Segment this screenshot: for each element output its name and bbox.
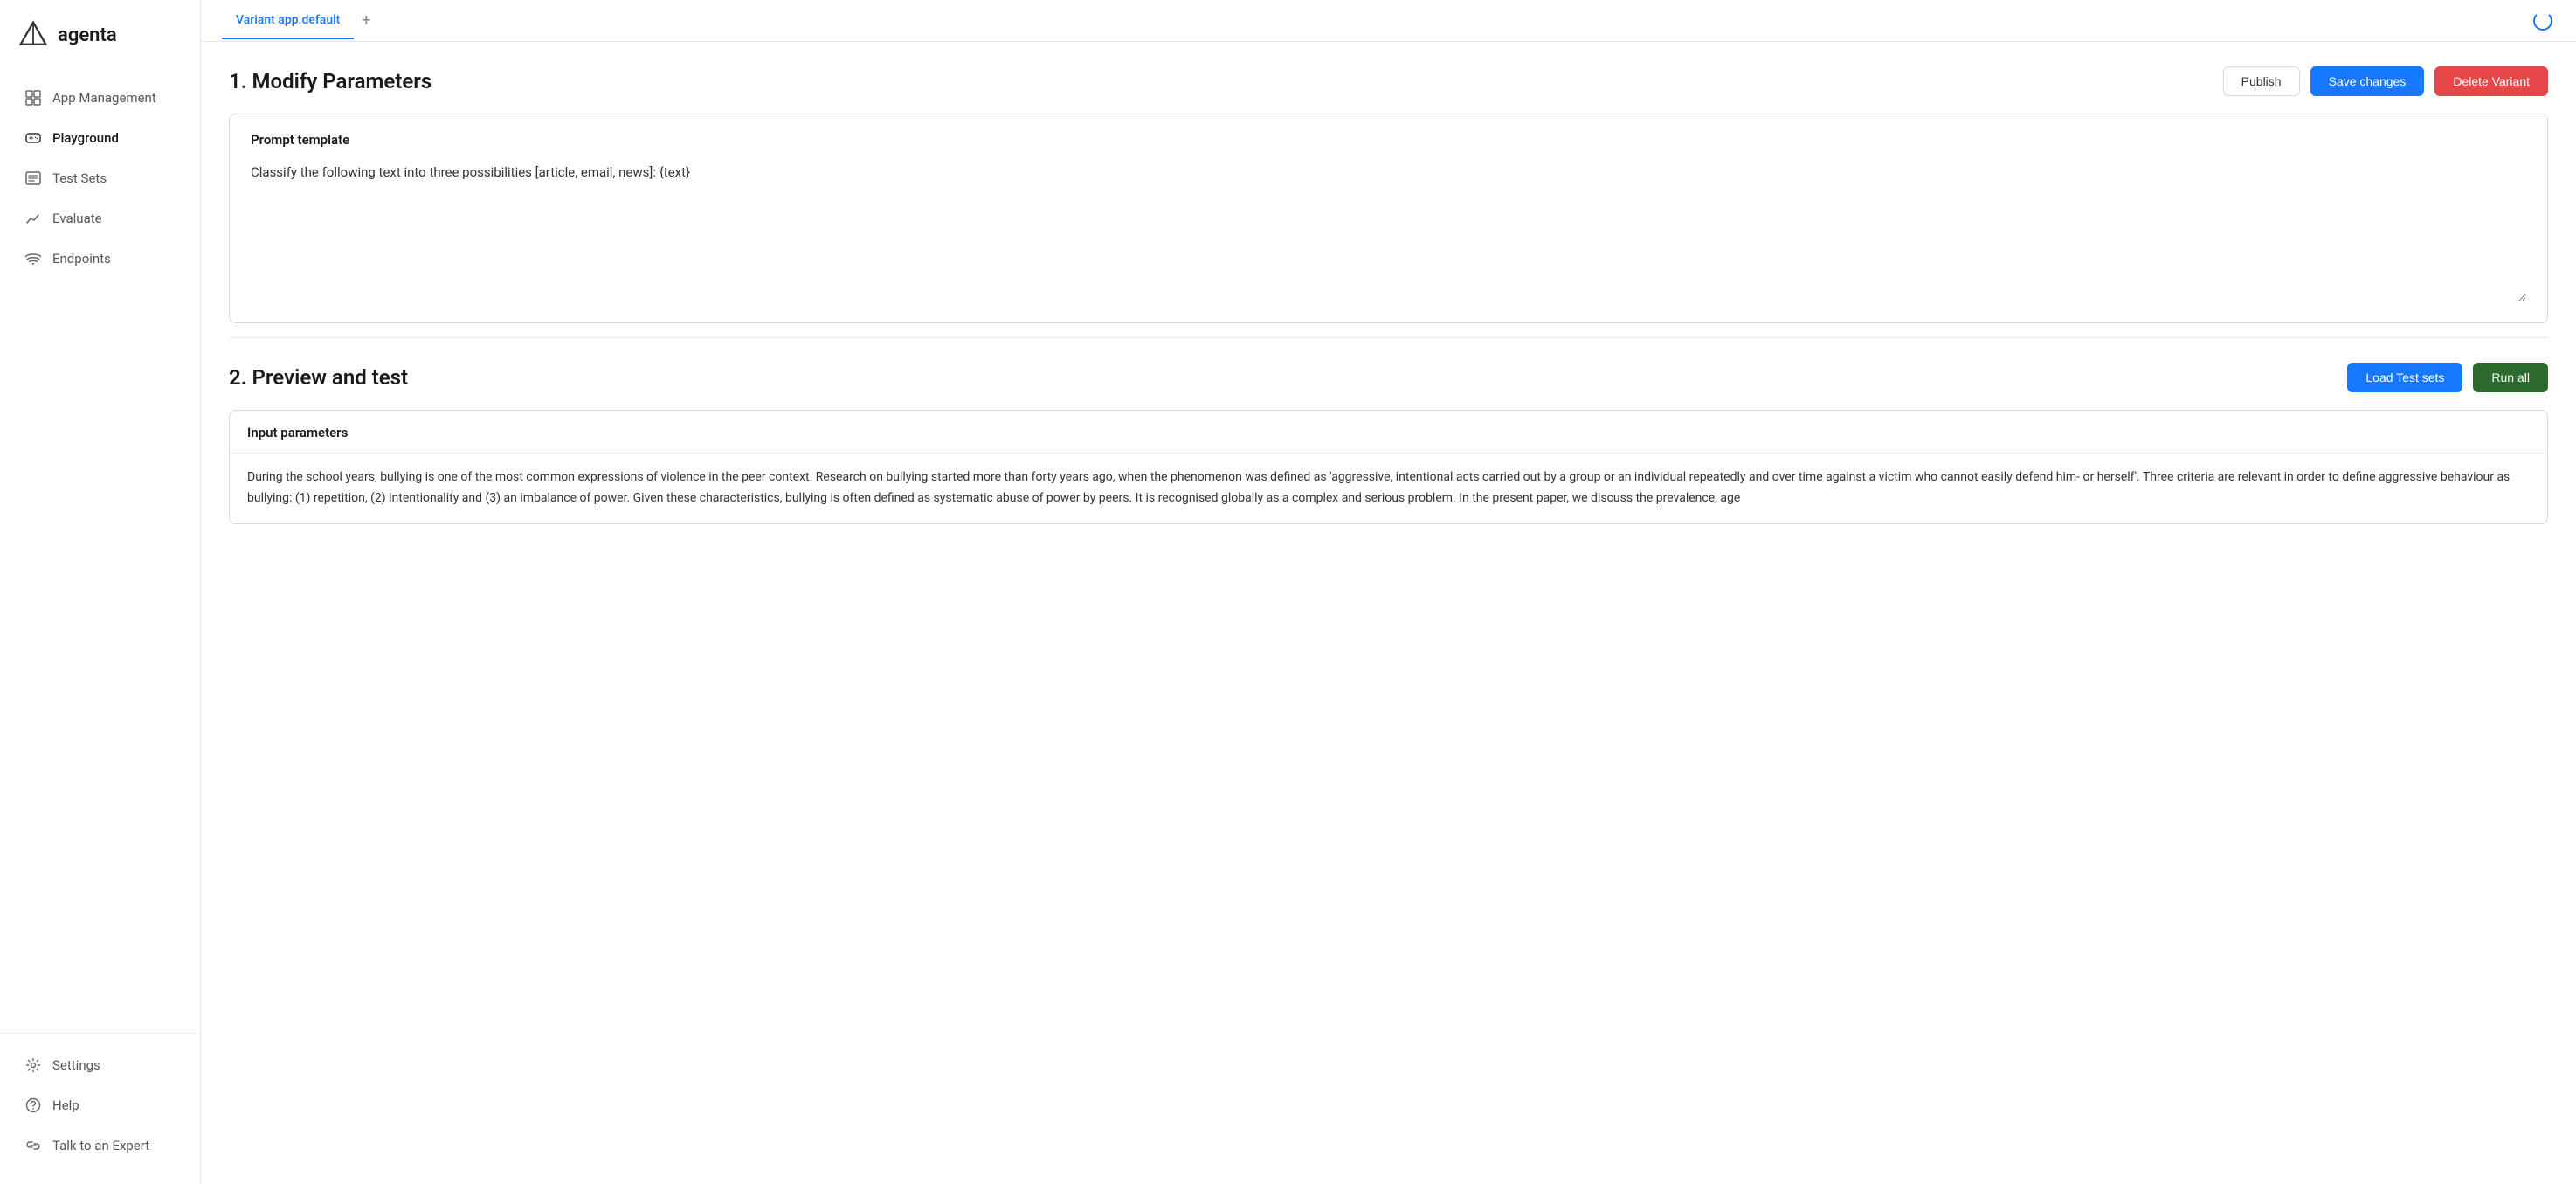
section2-title: 2. Preview and test [229, 365, 408, 390]
sidebar-item-settings[interactable]: Settings [7, 1046, 193, 1084]
delete-variant-button[interactable]: Delete Variant [2434, 66, 2548, 96]
tab-bar: Variant app.default + [201, 0, 2576, 42]
input-params-card: Input parameters During the school years… [229, 410, 2548, 524]
input-params-body: During the school years, bullying is one… [230, 454, 2547, 523]
load-test-sets-button[interactable]: Load Test sets [2347, 363, 2462, 392]
sidebar-item-endpoints[interactable]: Endpoints [7, 239, 193, 278]
section2-actions: Load Test sets Run all [2347, 363, 2548, 392]
link-icon [24, 1137, 42, 1154]
sidebar-item-playground[interactable]: Playground [7, 119, 193, 157]
grid-icon [24, 89, 42, 107]
tab-add-button[interactable]: + [354, 9, 378, 33]
spinner-circle [2533, 11, 2552, 31]
publish-button[interactable]: Publish [2223, 66, 2300, 96]
section1-actions: Publish Save changes Delete Variant [2223, 66, 2548, 96]
sidebar-bottom: Settings Help Talk to an Expert [0, 1033, 200, 1184]
list-icon [24, 170, 42, 187]
sidebar-item-test-sets[interactable]: Test Sets [7, 159, 193, 197]
sidebar-item-help-label: Help [52, 1097, 79, 1113]
settings-icon [24, 1056, 42, 1074]
main-content: Variant app.default + 1. Modify Paramete… [201, 0, 2576, 1184]
sidebar-item-talk-to-expert[interactable]: Talk to an Expert [7, 1126, 193, 1165]
loading-spinner [2531, 9, 2555, 33]
input-params-text: During the school years, bullying is one… [247, 467, 2530, 509]
prompt-template-card: Prompt template [229, 114, 2548, 323]
gamepad-icon [24, 129, 42, 147]
tab-variant-default[interactable]: Variant app.default [222, 3, 354, 39]
input-params-title: Input parameters [230, 411, 2547, 454]
prompt-template-title: Prompt template [251, 132, 2526, 148]
help-icon [24, 1097, 42, 1114]
sidebar-item-talk-to-expert-label: Talk to an Expert [52, 1138, 149, 1153]
chart-icon [24, 210, 42, 227]
logo: agenta [0, 0, 200, 66]
sidebar: agenta App Management Playground Test Se… [0, 0, 201, 1184]
section1-header: 1. Modify Parameters Publish Save change… [229, 42, 2548, 114]
wifi-icon [24, 250, 42, 267]
agenta-logo-icon [17, 19, 49, 51]
logo-text: agenta [58, 24, 117, 46]
sidebar-item-test-sets-label: Test Sets [52, 170, 107, 186]
save-changes-button[interactable]: Save changes [2310, 66, 2425, 96]
sidebar-item-evaluate[interactable]: Evaluate [7, 199, 193, 238]
sidebar-item-help[interactable]: Help [7, 1086, 193, 1125]
section2-header: 2. Preview and test Load Test sets Run a… [229, 338, 2548, 410]
content-area: 1. Modify Parameters Publish Save change… [201, 42, 2576, 1184]
prompt-template-textarea[interactable] [251, 162, 2526, 301]
sidebar-item-settings-label: Settings [52, 1057, 100, 1073]
tab-variant-label: Variant app.default [236, 13, 340, 27]
sidebar-item-endpoints-label: Endpoints [52, 251, 111, 267]
sidebar-item-evaluate-label: Evaluate [52, 211, 102, 226]
sidebar-item-app-management-label: App Management [52, 90, 156, 106]
sidebar-nav: App Management Playground Test Sets Eval… [0, 66, 200, 1033]
section1-title: 1. Modify Parameters [229, 69, 432, 93]
run-all-button[interactable]: Run all [2473, 363, 2548, 392]
plus-icon: + [362, 11, 370, 30]
sidebar-item-app-management[interactable]: App Management [7, 79, 193, 117]
sidebar-item-playground-label: Playground [52, 130, 119, 146]
